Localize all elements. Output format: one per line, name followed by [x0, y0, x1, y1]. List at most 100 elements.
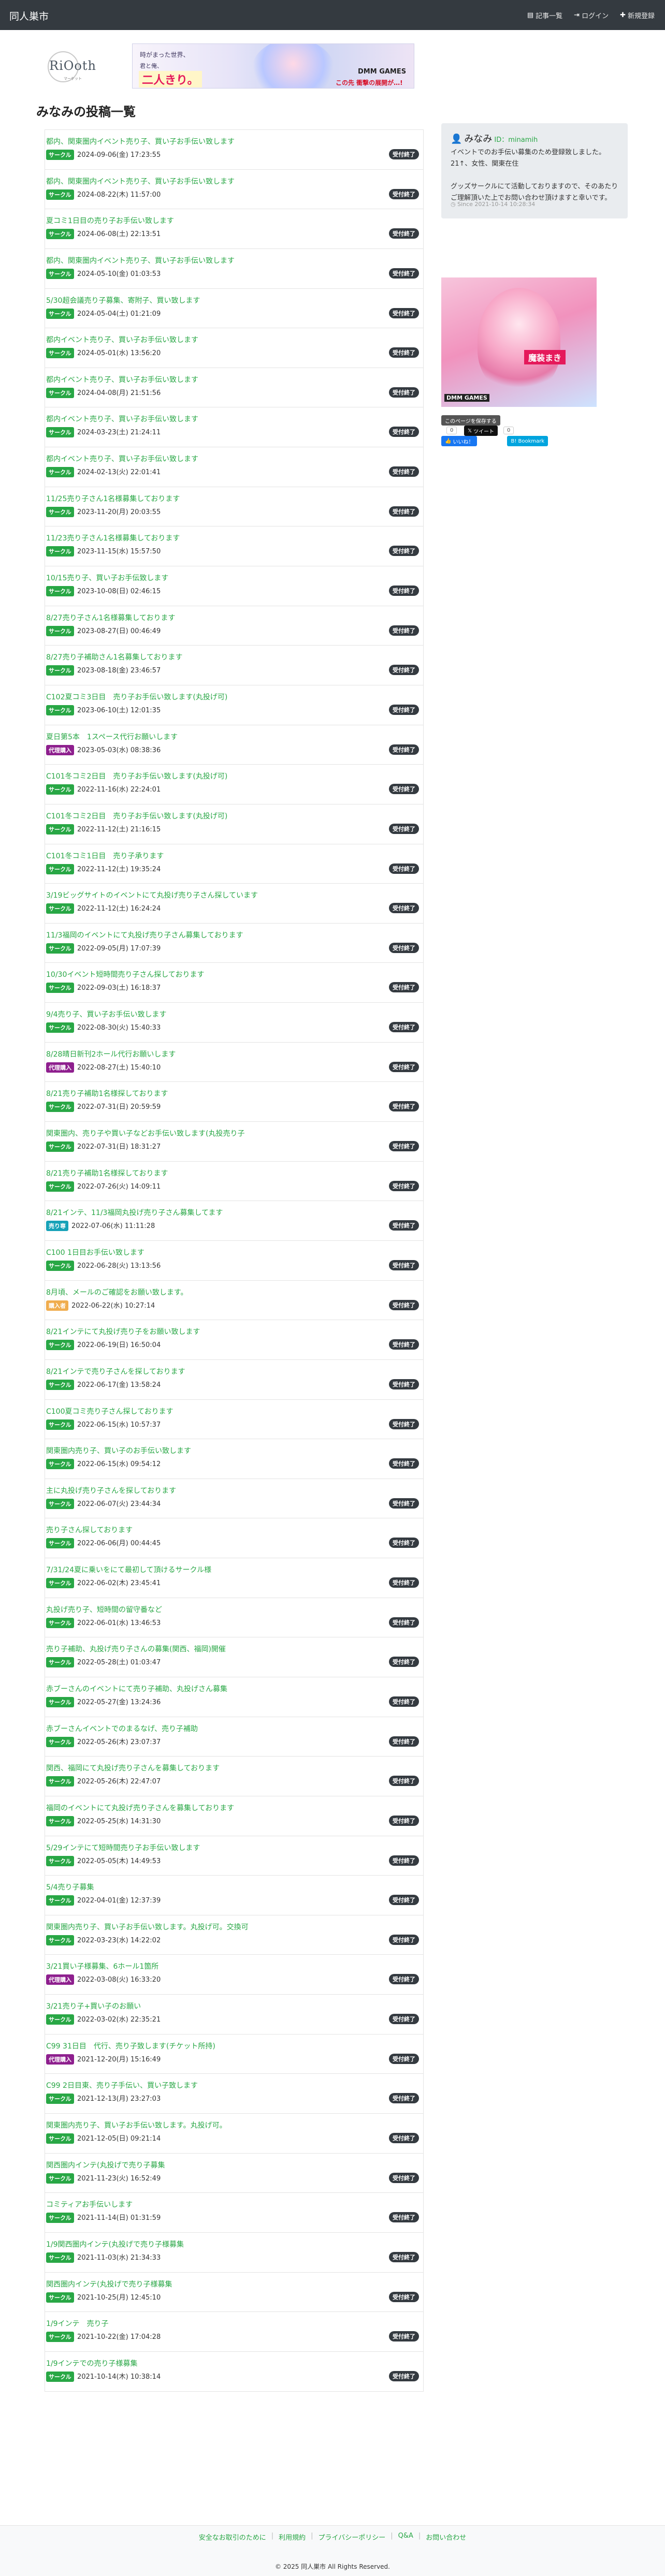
post-title-link[interactable]: 8/21インテにて丸投げ売り子をお願い致します: [46, 1326, 200, 1337]
save-page-button[interactable]: このページを保存する: [441, 415, 500, 426]
post-title-link[interactable]: C101冬コミ1日目 売り子承ります: [46, 851, 164, 861]
post-title-link[interactable]: 1/9インテでの売り子様募集: [46, 2358, 138, 2368]
like-label: いいね！: [453, 439, 474, 445]
side-ad-character-image: [478, 288, 560, 391]
save-page-label: このページを保存する: [445, 418, 497, 425]
post-title-link[interactable]: C101冬コミ2日目 売り子お手伝い致します(丸投げ可): [46, 811, 227, 821]
post-title-link[interactable]: 9/4売り子、買い子お手伝い致します: [46, 1009, 167, 1019]
nav-article-list[interactable]: ▤ 記事一覧: [527, 10, 562, 20]
nav-login[interactable]: ⇥ ログイン: [574, 10, 609, 20]
post-title-link[interactable]: 売り子さん探しております: [46, 1525, 133, 1535]
post-title-link[interactable]: 主に丸投げ売り子さんを探しております: [46, 1485, 176, 1496]
post-title-link[interactable]: 8/28晴日新刊2ホール代行お願いします: [46, 1049, 176, 1059]
post-title-link[interactable]: 10/30イベント短時間売り子さん探しております: [46, 969, 205, 979]
site-logo[interactable]: RiOoth マーケット: [46, 48, 100, 89]
post-title-link[interactable]: 都内、関東圏内イベント売り子、買い子お手伝い致します: [46, 136, 235, 147]
post-date: 2022-06-28(火) 13:13:56: [77, 1262, 161, 1270]
post-title-link[interactable]: 都内、関東圏内イベント売り子、買い子お手伝い致します: [46, 176, 235, 186]
post-title-link[interactable]: 関東圏内売り子、買い子のお手伝い致します: [46, 1445, 191, 1456]
post-title-link[interactable]: 都内、関東圏内イベント売り子、買い子お手伝い致します: [46, 255, 235, 266]
facebook-like-button[interactable]: 👍 いいね！: [441, 436, 478, 446]
profile-since-text: Since 2021-10-14 10:28:34: [457, 201, 536, 208]
post-title-link[interactable]: 関東圏内売り子、買い子お手伝い致します。丸投げ可。交換可: [46, 1922, 249, 1932]
post-title-link[interactable]: 8/21売り子補助1名様探しております: [46, 1168, 168, 1178]
post-title-link[interactable]: 8/21売り子補助1名様探しております: [46, 1088, 168, 1099]
category-badge: サークル: [46, 2213, 74, 2223]
footer-link-safety[interactable]: 安全なお取引のために: [199, 2532, 266, 2542]
post-title-link[interactable]: 丸投げ売り子、短時間の留守番など: [46, 1604, 162, 1615]
post-title-link[interactable]: 関東圏内、売り子や買い子などお手伝い致します(丸投売り子: [46, 1128, 244, 1138]
post-title-link[interactable]: 5/4売り子募集: [46, 1882, 94, 1892]
post-title-link[interactable]: 福岡のイベントにて丸投げ売り子さんを募集しております: [46, 1803, 234, 1813]
post-title-link[interactable]: 8/21インテで売り子さんを探しております: [46, 1366, 185, 1377]
post-row: 関西、福岡にて丸投げ売り子さんを募集しております サークル 2022-05-26(木…: [45, 1757, 424, 1796]
nav-links: ▤ 記事一覧 ⇥ ログイン ✚ 新規登録: [527, 10, 655, 20]
hatena-bookmark-button[interactable]: B! Bookmark: [507, 436, 548, 446]
post-row: 8/21インテ、11/3福岡丸投げ売り子さん募集してます 売り専 2022-07-0…: [45, 1201, 424, 1241]
category-badge: サークル: [46, 1102, 74, 1113]
tweet-button[interactable]: 𝕏 ツイート: [464, 426, 498, 436]
user-icon: 👤: [451, 134, 462, 144]
post-title-link[interactable]: 売り子補助、丸投げ売り子さんの募集(関西、福岡)開催: [46, 1644, 226, 1654]
post-title-link[interactable]: 11/25売り子さん1名様募集しております: [46, 493, 180, 504]
footer-separator: |: [418, 2532, 421, 2540]
post-title-link[interactable]: 5/29インテにて短時間売り子お手伝い致します: [46, 1842, 200, 1853]
footer-link-qa[interactable]: Q&A: [398, 2532, 413, 2542]
post-title-link[interactable]: 11/3福岡のイベントにて丸投げ売り子さん募集しております: [46, 930, 243, 940]
post-title-link[interactable]: 夏コミ1日目の売り子お手伝い致します: [46, 215, 174, 226]
post-title-link[interactable]: 1/9インテ 売り子: [46, 2318, 109, 2329]
post-title-link[interactable]: 赤ブーさんのイベントにて売り子補助、丸投げさん募集: [46, 1684, 227, 1694]
post-title-link[interactable]: C100 1日目お手伝い致します: [46, 1247, 144, 1257]
post-title-link[interactable]: C100夏コミ売り子さん探しております: [46, 1406, 174, 1416]
footer-link-contact[interactable]: お問い合わせ: [426, 2532, 466, 2542]
logo-sub: マーケット: [64, 77, 82, 81]
post-title-link[interactable]: 関西、福岡にて丸投げ売り子さんを募集しております: [46, 1763, 220, 1773]
category-badge: サークル: [46, 348, 74, 359]
post-title-link[interactable]: 8/27売り子さん1名様募集しております: [46, 612, 176, 623]
status-badge: 受付終了: [389, 1299, 419, 1310]
side-ad-banner[interactable]: 魔装まき DMM GAMES: [441, 277, 597, 407]
status-badge: 受付終了: [389, 2331, 419, 2342]
post-title-link[interactable]: 3/19ビッグサイトのイベントにて丸投げ売り子さん探しています: [46, 890, 258, 900]
post-title-link[interactable]: 都内イベント売り子、買い子お手伝い致します: [46, 414, 198, 424]
post-date: 2022-06-15(水) 10:57:37: [77, 1421, 161, 1429]
status-badge: 受付終了: [389, 506, 419, 517]
post-title-link[interactable]: C99 31日目 代行、売り子致します(チケット所持): [46, 2041, 215, 2051]
post-title-link[interactable]: 8月頃、メールのご確認をお願い致します。: [46, 1287, 188, 1297]
post-title-link[interactable]: 3/21売り子+買い子のお願い: [46, 2001, 141, 2011]
post-title-link[interactable]: 3/21買い子様募集、6ホール1箇所: [46, 1961, 158, 1971]
post-row: 8/27売り子補助さん1名募集しております サークル 2023-08-18(金) 2…: [45, 646, 424, 685]
footer-link-terms[interactable]: 利用規約: [279, 2532, 306, 2542]
post-title-link[interactable]: 8/21インテ、11/3福岡丸投げ売り子さん募集してます: [46, 1207, 223, 1218]
post-row: C101冬コミ2日目 売り子お手伝い致します(丸投げ可) サークル 2022-11-…: [45, 765, 424, 804]
post-title-link[interactable]: 都内イベント売り子、買い子お手伝い致します: [46, 374, 198, 385]
category-badge: サークル: [46, 863, 74, 874]
post-title-link[interactable]: 都内イベント売り子、買い子お手伝い致します: [46, 334, 198, 345]
post-title-link[interactable]: 1/9関西圏内インテ(丸投げで売り子様募集: [46, 2239, 184, 2249]
footer-link-privacy[interactable]: プライバシーポリシー: [319, 2532, 386, 2542]
post-title-link[interactable]: 関東圏内売り子、買い子お手伝い致します。丸投げ可。: [46, 2120, 227, 2130]
post-date: 2022-11-12(土) 19:35:24: [77, 865, 161, 873]
post-date: 2024-02-13(火) 22:01:41: [77, 469, 161, 477]
post-title-link[interactable]: C102夏コミ3日目 売り子お手伝い致します(丸投げ可): [46, 692, 227, 702]
footer: 安全なお取引のために | 利用規約 | プライバシーポリシー | Q&A | お…: [0, 2525, 665, 2576]
status-badge: 受付終了: [389, 625, 419, 636]
post-title-link[interactable]: 11/23売り子さん1名様募集しております: [46, 533, 180, 543]
post-title-link[interactable]: C99 2日目東、売り子手伝い、買い子致します: [46, 2080, 198, 2090]
post-title-link[interactable]: 7/31/24夏に乗いをにて最初して頂けるサークル様: [46, 1564, 211, 1575]
post-title-link[interactable]: 8/27売り子補助さん1名募集しております: [46, 652, 183, 662]
post-title-link[interactable]: 5/30超会議売り子募集、寄附子、買い致します: [46, 295, 200, 305]
post-title-link[interactable]: コミティアお手伝いします: [46, 2199, 133, 2209]
post-date: 2022-05-26(木) 22:47:07: [77, 1778, 161, 1786]
post-title-link[interactable]: 関西圏内インテ(丸投げで売り子様募集: [46, 2279, 172, 2289]
site-brand[interactable]: 同人巣市: [9, 9, 49, 23]
post-title-link[interactable]: 夏日第5本 1スペース代行お願いします: [46, 731, 178, 742]
post-title-link[interactable]: C101冬コミ2日目 売り子お手伝い致します(丸投げ可): [46, 771, 227, 781]
post-title-link[interactable]: 10/15売り子、買い子お手伝致します: [46, 573, 168, 583]
post-row: 1/9インテでの売り子様募集 サークル 2021-10-14(木) 10:38:14…: [45, 2351, 424, 2392]
post-title-link[interactable]: 都内イベント売り子、買い子お手伝い致します: [46, 453, 198, 464]
post-title-link[interactable]: 赤ブーさんイベントでのまるなげ、売り子補助: [46, 1723, 198, 1734]
nav-register[interactable]: ✚ 新規登録: [620, 10, 655, 20]
post-title-link[interactable]: 関西圏内インテ(丸投げで売り子募集: [46, 2160, 165, 2170]
top-ad-banner[interactable]: 時がまった世界、 君と俺、 二人きり。 DMM GAMES この先 衝撃の展開が…: [132, 43, 414, 89]
